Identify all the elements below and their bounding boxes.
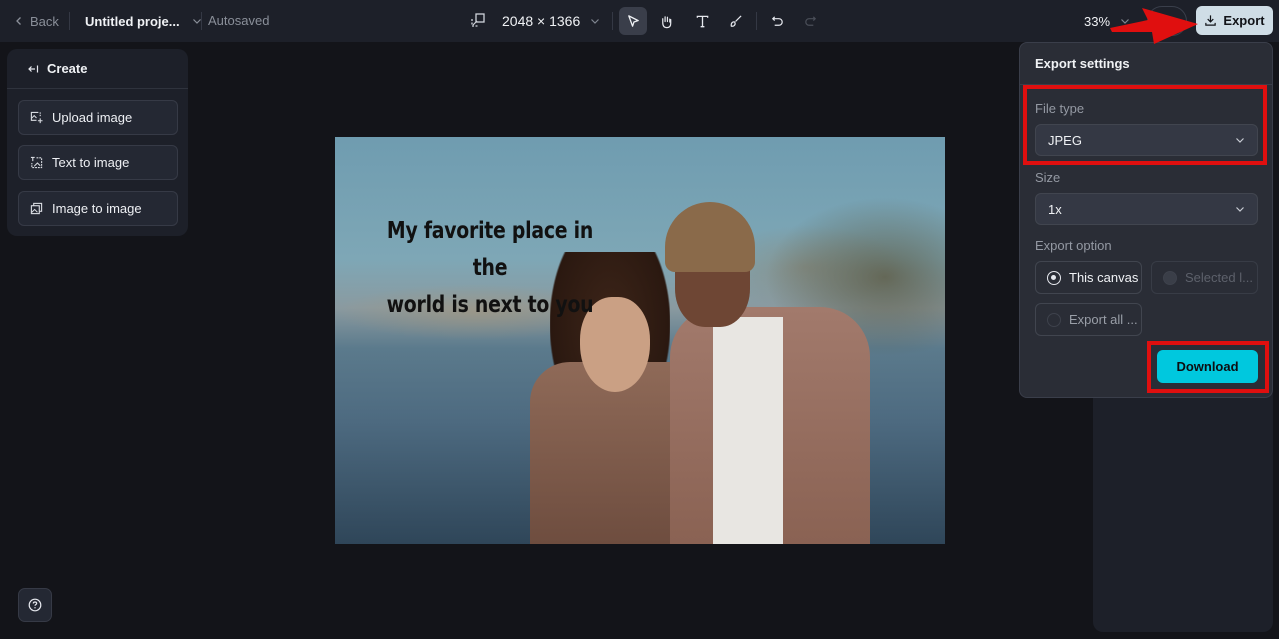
size-label: Size xyxy=(1035,170,1061,185)
export-settings-title: Export settings xyxy=(1020,43,1272,85)
redo-button[interactable] xyxy=(796,7,824,35)
chevron-down-icon xyxy=(1121,19,1129,24)
download-icon xyxy=(1205,15,1217,26)
canvas-text-layer[interactable]: My favorite place in the world is next t… xyxy=(371,213,609,324)
chevron-left-icon xyxy=(16,17,21,25)
size-value: 1x xyxy=(1048,201,1062,217)
create-panel: Create Upload image Text to image Image … xyxy=(7,49,188,236)
brush-icon xyxy=(730,14,742,27)
radio-checked-icon xyxy=(1047,270,1061,285)
create-panel-title: Create xyxy=(47,61,88,76)
export-button[interactable]: Export xyxy=(1196,6,1273,35)
image-to-image-icon xyxy=(30,202,43,215)
image-to-image-label: Image to image xyxy=(52,201,142,216)
option-selected-layers[interactable]: Selected l... xyxy=(1151,261,1258,294)
question-circle-icon xyxy=(28,598,42,612)
option-export-all[interactable]: Export all ... xyxy=(1035,303,1142,336)
canvas-text-line: world is next to you xyxy=(386,292,594,318)
chevron-down-icon xyxy=(1236,207,1244,212)
upload-image-label: Upload image xyxy=(52,110,133,125)
back-button[interactable]: Back xyxy=(14,12,59,30)
zoom-level: 33% xyxy=(1084,13,1111,29)
create-panel-collapse[interactable]: Create xyxy=(7,49,188,89)
top-toolbar: Back Untitled proje... Autosaved 2048 × … xyxy=(0,0,1279,42)
person-right-cap xyxy=(665,202,755,272)
collapse-left-icon xyxy=(28,65,39,72)
radio-unchecked-icon xyxy=(1047,312,1061,327)
canvas-artboard[interactable]: My favorite place in the world is next t… xyxy=(335,137,945,544)
account-icon xyxy=(1164,18,1174,24)
option-label: This canvas xyxy=(1069,270,1139,285)
text-to-image-label: Text to image xyxy=(52,155,130,170)
back-label: Back xyxy=(30,13,59,29)
option-this-canvas[interactable]: This canvas xyxy=(1035,261,1142,294)
option-label: Export all ... xyxy=(1069,312,1138,327)
text-tool-button[interactable] xyxy=(688,7,716,35)
project-title-dropdown[interactable]: Untitled proje... xyxy=(85,12,202,30)
save-status: Autosaved xyxy=(208,13,270,28)
image-to-image-button[interactable]: Image to image xyxy=(18,191,178,226)
upload-image-icon xyxy=(30,111,43,124)
person-right-shirt xyxy=(713,317,783,544)
option-label: Selected l... xyxy=(1185,270,1253,285)
file-type-value: JPEG xyxy=(1048,132,1082,148)
resize-canvas-icon[interactable] xyxy=(470,12,486,28)
download-button[interactable]: Download xyxy=(1157,350,1258,383)
divider xyxy=(612,12,613,30)
canvas-size-dropdown[interactable]: 2048 × 1366 xyxy=(502,12,600,30)
chevron-down-icon xyxy=(1236,138,1244,143)
pan-tool-button[interactable] xyxy=(652,7,680,35)
divider xyxy=(756,12,757,30)
text-to-image-icon xyxy=(30,156,43,169)
radio-disabled-icon xyxy=(1163,270,1177,285)
divider xyxy=(201,12,202,30)
text-to-image-button[interactable]: Text to image xyxy=(18,145,178,180)
account-button[interactable] xyxy=(1147,6,1187,36)
file-type-label: File type xyxy=(1035,101,1085,116)
project-title: Untitled proje... xyxy=(85,13,180,29)
undo-button[interactable] xyxy=(763,7,791,35)
chevron-down-icon xyxy=(591,19,600,24)
hand-icon xyxy=(661,15,671,28)
zoom-dropdown[interactable]: 33% xyxy=(1084,12,1130,30)
upload-image-button[interactable]: Upload image xyxy=(18,100,178,135)
export-settings-popover: Export settings File type JPEG Size 1x E… xyxy=(1019,42,1273,398)
divider xyxy=(69,12,70,30)
brush-tool-button[interactable] xyxy=(721,7,749,35)
export-label: Export xyxy=(1223,13,1265,28)
redo-icon xyxy=(804,15,816,26)
export-option-label: Export option xyxy=(1035,238,1112,253)
help-button[interactable] xyxy=(18,588,52,622)
select-tool-button[interactable] xyxy=(619,7,647,35)
undo-icon xyxy=(771,15,783,26)
cursor-arrow-icon xyxy=(627,14,639,27)
canvas-text-line: My favorite place in the xyxy=(386,218,594,281)
file-type-select[interactable]: JPEG xyxy=(1035,124,1258,156)
text-t-icon xyxy=(696,15,708,27)
canvas-dimensions: 2048 × 1366 xyxy=(502,13,581,29)
size-select[interactable]: 1x xyxy=(1035,193,1258,225)
